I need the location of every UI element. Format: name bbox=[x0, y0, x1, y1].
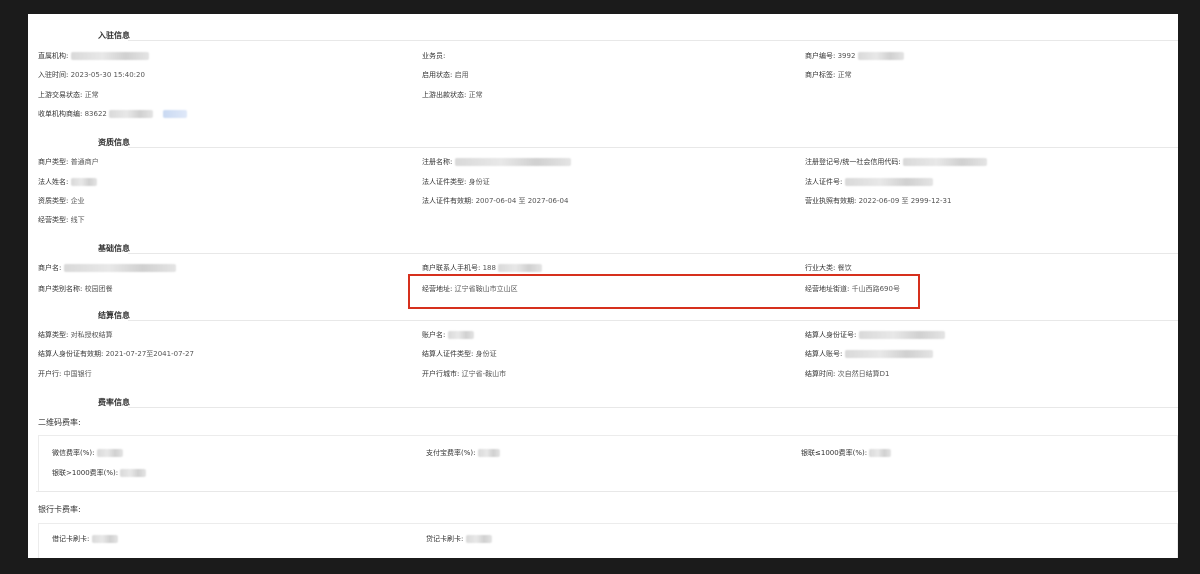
field-merchant-tag: 商户标签: 正常 bbox=[805, 71, 852, 79]
field-unionpay-low-rate: 银联≤1000费率(%): bbox=[801, 448, 892, 458]
field-legal-id-valid: 法人证件有效期: 2007-06-04 至 2027-06-04 bbox=[422, 197, 569, 205]
field-qual-type: 资质类型: 企业 bbox=[38, 197, 85, 205]
redacted-value bbox=[858, 331, 945, 339]
section-title-rate: 费率信息 bbox=[98, 398, 130, 407]
section-divider bbox=[128, 147, 1178, 148]
field-acquirer-merchant: 收单机构商编: 83622 bbox=[38, 109, 188, 119]
field-industry: 行业大类: 餐饮 bbox=[805, 264, 852, 272]
field-merchant-type: 商户类型: 普通商户 bbox=[38, 158, 99, 166]
redacted-value bbox=[477, 449, 500, 457]
redacted-value bbox=[120, 469, 147, 477]
field-alipay-rate: 支付宝费率(%): bbox=[426, 448, 500, 458]
field-credit-card: 贷记卡刷卡: bbox=[426, 534, 492, 544]
field-salesperson: 业务员: bbox=[422, 52, 446, 60]
redacted-value bbox=[91, 535, 118, 543]
field-biz-type: 经营类型: 线下 bbox=[38, 216, 85, 224]
redacted-value bbox=[70, 52, 149, 60]
redacted-value bbox=[163, 110, 188, 118]
field-settler-account: 结算人账号: bbox=[805, 349, 933, 359]
field-legal-id-type: 法人证件类型: 身份证 bbox=[422, 178, 490, 186]
card-rate-box bbox=[38, 523, 1178, 558]
field-merchant-no: 商户编号: 3992 bbox=[805, 51, 904, 61]
field-upstream-payout: 上游出款状态: 正常 bbox=[422, 91, 483, 99]
section-divider bbox=[128, 253, 1178, 254]
field-unionpay-high-rate: 银联>1000费率(%): bbox=[52, 468, 147, 478]
field-merchant-category: 商户类别名称: 校园团餐 bbox=[38, 285, 113, 293]
redacted-value bbox=[857, 52, 904, 60]
section-divider bbox=[128, 407, 1178, 408]
redacted-value bbox=[454, 158, 571, 166]
field-bank: 开户行: 中国银行 bbox=[38, 370, 92, 378]
section-divider bbox=[128, 320, 1178, 321]
field-wechat-rate: 微信费率(%): bbox=[52, 448, 123, 458]
field-settler-id-valid: 结算人身份证有效期: 2021-07-27至2041-07-27 bbox=[38, 350, 194, 358]
section-title-entry: 入驻信息 bbox=[98, 31, 130, 40]
field-legal-id-no: 法人证件号: bbox=[805, 177, 933, 187]
field-enable-status: 启用状态: 启用 bbox=[422, 71, 469, 79]
section-divider bbox=[128, 40, 1178, 41]
field-merchant-name: 商户名: bbox=[38, 263, 176, 273]
section-title-qualification: 资质信息 bbox=[98, 138, 130, 147]
field-legal-name: 法人姓名: bbox=[38, 177, 97, 187]
field-contact-phone: 商户联系人手机号: 188 bbox=[422, 263, 543, 273]
address-highlight-box bbox=[408, 274, 920, 309]
redacted-value bbox=[96, 449, 123, 457]
redacted-value bbox=[902, 158, 987, 166]
redacted-value bbox=[498, 264, 543, 272]
field-entry-time: 入驻时间: 2023-05-30 15:40:20 bbox=[38, 71, 145, 79]
field-direct-org: 直属机构: bbox=[38, 51, 149, 61]
redacted-value bbox=[70, 178, 97, 186]
qr-rate-title: 二维码费率: bbox=[38, 418, 81, 427]
field-bank-city: 开户行城市: 辽宁省-鞍山市 bbox=[422, 370, 507, 378]
card-rate-title: 银行卡费率: bbox=[38, 505, 81, 514]
section-title-basic: 基础信息 bbox=[98, 244, 130, 253]
field-license-valid: 营业执照有效期: 2022-06-09 至 2999-12-31 bbox=[805, 197, 952, 205]
section-divider bbox=[36, 491, 1178, 492]
redacted-value bbox=[109, 110, 154, 118]
field-settle-type: 结算类型: 对私授权结算 bbox=[38, 331, 113, 339]
redacted-value bbox=[844, 350, 933, 358]
qr-rate-box bbox=[38, 435, 1178, 492]
field-upstream-trade: 上游交易状态: 正常 bbox=[38, 91, 99, 99]
merchant-detail-page: 入驻信息 直属机构: 业务员: 商户编号: 3992 入驻时间: 2023-05… bbox=[28, 14, 1178, 558]
field-settle-time: 结算时间: 次自然日结算D1 bbox=[805, 370, 890, 378]
field-settler-id: 结算人身份证号: bbox=[805, 330, 945, 340]
field-debit-card: 借记卡刷卡: bbox=[52, 534, 118, 544]
redacted-value bbox=[869, 449, 892, 457]
field-reg-no: 注册登记号/统一社会信用代码: bbox=[805, 157, 987, 167]
field-settler-id-type: 结算人证件类型: 身份证 bbox=[422, 350, 497, 358]
section-title-settlement: 结算信息 bbox=[98, 311, 130, 320]
redacted-value bbox=[465, 535, 492, 543]
redacted-value bbox=[63, 264, 176, 272]
redacted-value bbox=[844, 178, 933, 186]
field-account-name: 账户名: bbox=[422, 330, 474, 340]
field-reg-name: 注册名称: bbox=[422, 157, 571, 167]
redacted-value bbox=[447, 331, 474, 339]
